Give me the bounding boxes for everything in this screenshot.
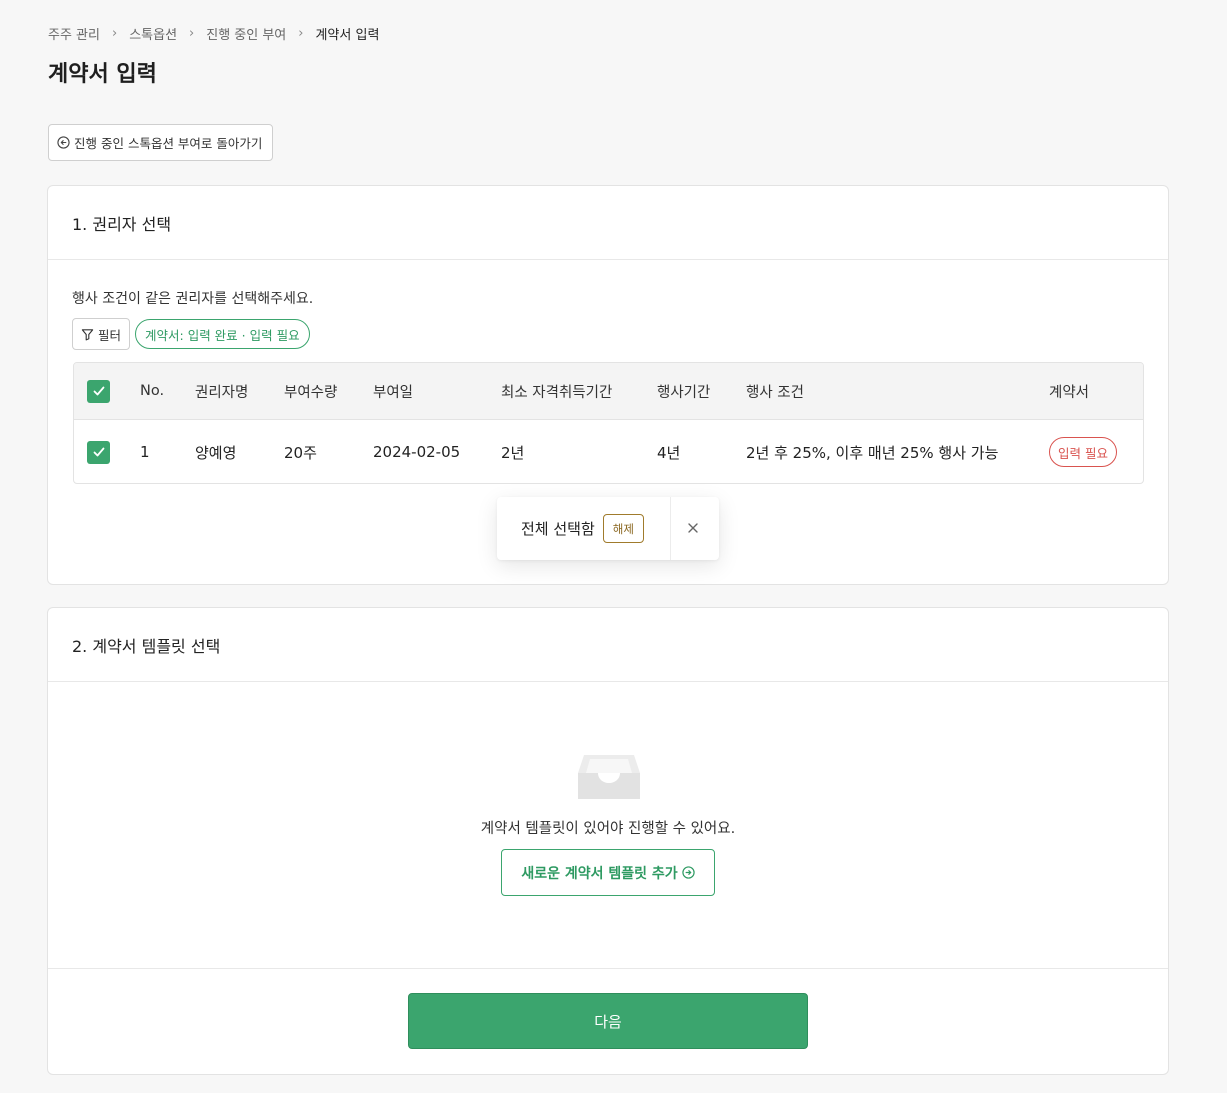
- table-header: No. 권리자명 부여수량 부여일 최소 자격취득기간 행사기간 행사 조건 계…: [74, 363, 1143, 420]
- column-header-quantity: 부여수량: [284, 384, 338, 401]
- back-button-label: 진행 중인 스톡옵션 부여로 돌아가기: [74, 136, 263, 151]
- row-select-cell: [87, 420, 110, 483]
- arrow-left-circle-icon: [57, 136, 70, 149]
- cell-no: 1: [140, 443, 150, 461]
- filter-button[interactable]: 필터: [72, 318, 131, 350]
- column-header-condition: 행사 조건: [746, 384, 804, 401]
- filter-row: 필터 계약서: 입력 완료 · 입력 필요: [72, 318, 310, 350]
- close-icon[interactable]: [686, 521, 700, 535]
- check-icon: [93, 386, 104, 396]
- select-all-cell: [87, 363, 110, 419]
- filter-button-label: 필터: [98, 327, 122, 343]
- section-description: 행사 조건이 같은 권리자를 선택해주세요.: [72, 291, 314, 307]
- breadcrumb: 주주 관리 › 스톡옵션 › 진행 중인 부여 › 계약서 입력: [48, 24, 379, 43]
- section-title: 2. 계약서 템플릿 선택: [48, 608, 1168, 682]
- chevron-right-icon: ›: [189, 26, 195, 41]
- breadcrumb-item-shareholders[interactable]: 주주 관리: [48, 24, 100, 43]
- next-button[interactable]: 다음: [408, 993, 808, 1049]
- selection-label: 전체 선택함: [521, 520, 595, 538]
- back-button[interactable]: 진행 중인 스톡옵션 부여로 돌아가기: [48, 124, 274, 161]
- column-header-exercise-period: 행사기간: [657, 384, 711, 401]
- section-title: 1. 권리자 선택: [48, 186, 1168, 260]
- breadcrumb-item-current: 계약서 입력: [315, 28, 380, 43]
- column-header-date: 부여일: [373, 384, 414, 401]
- cell-min-period: 2년: [501, 443, 525, 462]
- column-header-name: 권리자명: [195, 384, 249, 401]
- check-icon: [93, 447, 104, 457]
- empty-state-text: 계약서 템플릿이 있어야 진행할 수 있어요.: [480, 821, 736, 837]
- chevron-right-icon: ›: [298, 26, 304, 41]
- column-header-contract: 계약서: [1049, 384, 1090, 401]
- row-checkbox[interactable]: [87, 440, 110, 464]
- cell-name: 양예영: [195, 443, 237, 462]
- cell-date: 2024-02-05: [373, 443, 461, 461]
- release-selection-button[interactable]: 해제: [602, 514, 644, 543]
- column-header-min-period: 최소 자격취득기간: [501, 384, 613, 401]
- footer-divider: [48, 968, 1168, 969]
- cell-contract: 입력 필요: [1049, 420, 1117, 483]
- breadcrumb-item-stock-options[interactable]: 스톡옵션: [129, 24, 177, 43]
- template-selection-card: 2. 계약서 템플릿 선택 계약서 템플릿이 있어야 진행할 수 있어요. 새로…: [47, 607, 1169, 1075]
- filter-icon: [81, 328, 94, 340]
- arrow-right-circle-icon: [681, 866, 695, 879]
- table-row[interactable]: 1 양예영 20주 2024-02-05 2년 4년 2년 후 25%, 이후 …: [74, 420, 1143, 483]
- select-all-checkbox[interactable]: [87, 379, 110, 403]
- holders-table: No. 권리자명 부여수량 부여일 최소 자격취득기간 행사기간 행사 조건 계…: [73, 362, 1144, 484]
- contract-filter-chip[interactable]: 계약서: 입력 완료 · 입력 필요: [135, 319, 310, 349]
- cell-quantity: 20주: [284, 443, 317, 462]
- add-template-button-label: 새로운 계약서 템플릿 추가: [521, 865, 678, 882]
- selection-popup: 전체 선택함 해제: [497, 497, 719, 560]
- add-template-button[interactable]: 새로운 계약서 템플릿 추가: [501, 849, 715, 896]
- chevron-right-icon: ›: [111, 26, 118, 41]
- popup-divider: [670, 497, 671, 560]
- column-header-no: No.: [140, 383, 165, 399]
- breadcrumb-item-ongoing-grants[interactable]: 진행 중인 부여: [206, 24, 286, 43]
- cell-condition: 2년 후 25%, 이후 매년 25% 행사 가능: [746, 443, 999, 462]
- cell-exercise-period: 4년: [657, 443, 681, 462]
- page-title: 계약서 입력: [48, 62, 157, 87]
- empty-inbox-icon: [578, 755, 640, 799]
- status-badge: 입력 필요: [1049, 437, 1117, 467]
